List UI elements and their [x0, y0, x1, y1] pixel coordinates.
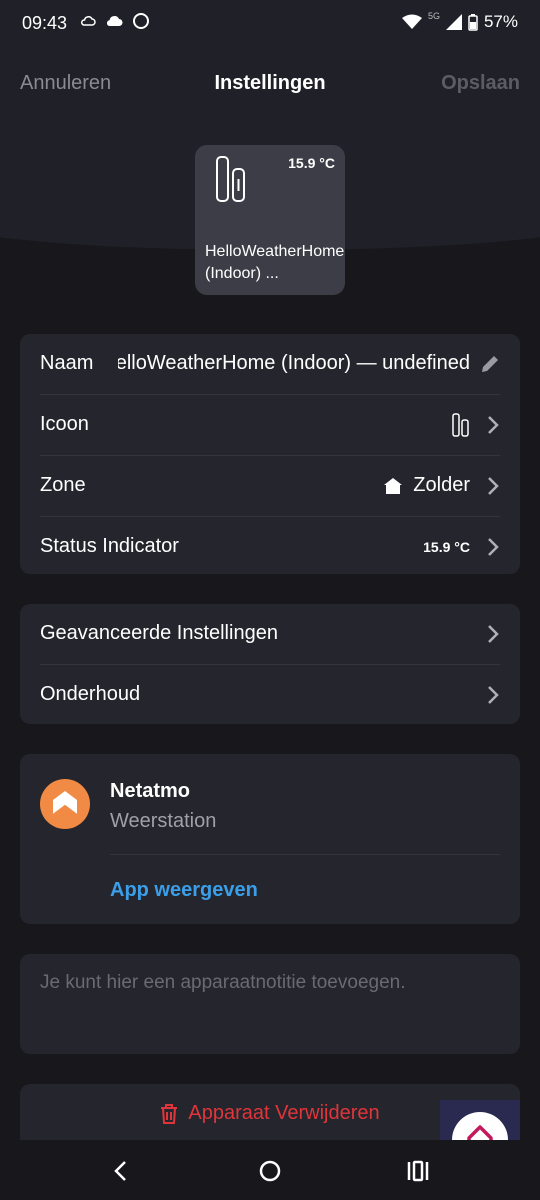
chevron-right-icon	[488, 477, 499, 495]
maintenance-row[interactable]: Onderhoud	[40, 664, 500, 725]
note-field[interactable]: Je kunt hier een apparaatnotitie toevoeg…	[20, 954, 520, 1054]
netatmo-icon	[52, 791, 78, 816]
zone-value: Zolder	[383, 474, 470, 497]
weather-station-small-icon	[452, 413, 469, 437]
advanced-settings-label: Geavanceerde Instellingen	[40, 622, 278, 644]
status-notification-icons	[80, 12, 150, 30]
cloud-outline-icon	[81, 16, 96, 26]
chevron-right-icon	[488, 416, 499, 434]
battery-icon	[468, 13, 478, 31]
note-placeholder: Je kunt hier een apparaatnotitie toevoeg…	[40, 972, 406, 993]
weather-station-icon	[216, 156, 245, 202]
battery-level: 57%	[483, 12, 518, 31]
home-icon	[384, 477, 403, 494]
status-indicator-row[interactable]: Status Indicator 15.9 °C	[40, 516, 500, 577]
wifi-icon	[401, 14, 422, 29]
settings-card: Naam HelloWeatherHome (Indoor) — undefin…	[20, 334, 520, 574]
pencil-icon[interactable]	[480, 354, 500, 374]
name-value: HelloWeatherHome (Indoor) — undefined	[118, 352, 470, 374]
network-type: 5G	[427, 11, 440, 21]
trash-icon	[161, 1103, 178, 1124]
advanced-card: Geavanceerde Instellingen Onderhoud	[20, 604, 520, 724]
back-icon[interactable]	[112, 1160, 128, 1182]
save-button[interactable]: Opslaan	[441, 72, 520, 95]
maintenance-label: Onderhoud	[40, 683, 141, 705]
divider	[110, 854, 500, 855]
zone-row[interactable]: Zone Zolder	[40, 455, 500, 516]
app-subtitle: Weerstation	[110, 810, 217, 832]
recents-icon[interactable]	[406, 1160, 430, 1182]
top-navigation: Annuleren Instellingen Opslaan	[0, 60, 540, 106]
signal-icon	[445, 14, 462, 30]
device-tile[interactable]: 15.9 °C HelloWeatherHome (Indoor) ...	[195, 145, 345, 295]
device-settings-screen: 09:43 5G 57% Annuleren Instellingen Opsl…	[0, 0, 540, 1200]
status-system-icons: 5G 57%	[401, 11, 518, 32]
chevron-right-icon	[488, 686, 499, 704]
delete-label: Apparaat Verwijderen	[188, 1102, 380, 1124]
status-indicator-value: 15.9 °C	[423, 539, 470, 555]
status-bar: 09:43 5G 57%	[0, 0, 540, 46]
netatmo-logo	[40, 779, 90, 829]
name-row[interactable]: Naam HelloWeatherHome (Indoor) — undefin…	[40, 334, 500, 394]
circle-icon	[133, 13, 149, 29]
tile-device-name: HelloWeatherHome (Indoor) ...	[205, 243, 345, 282]
advanced-settings-row[interactable]: Geavanceerde Instellingen	[40, 604, 500, 664]
icon-value	[452, 413, 470, 437]
app-name: Netatmo	[110, 780, 191, 802]
status-time: 09:43	[22, 13, 68, 33]
tile-temperature: 15.9 °C	[288, 155, 335, 171]
chevron-right-icon	[488, 538, 499, 556]
view-app-link[interactable]: App weergeven	[110, 879, 258, 902]
system-navigation-bar	[0, 1140, 540, 1200]
home-button-icon[interactable]	[258, 1159, 282, 1183]
status-indicator-label: Status Indicator	[40, 535, 179, 557]
zone-label: Zone	[40, 474, 86, 496]
zone-name: Zolder	[413, 474, 470, 496]
name-field[interactable]: HelloWeatherHome (Indoor) — undefined	[118, 352, 470, 375]
cloud-icon	[106, 16, 123, 26]
icon-label: Icoon	[40, 413, 89, 435]
app-card: Netatmo Weerstation App weergeven	[20, 754, 520, 924]
chevron-right-icon	[488, 625, 499, 643]
name-label: Naam	[40, 352, 94, 374]
icon-row[interactable]: Icoon	[40, 394, 500, 455]
